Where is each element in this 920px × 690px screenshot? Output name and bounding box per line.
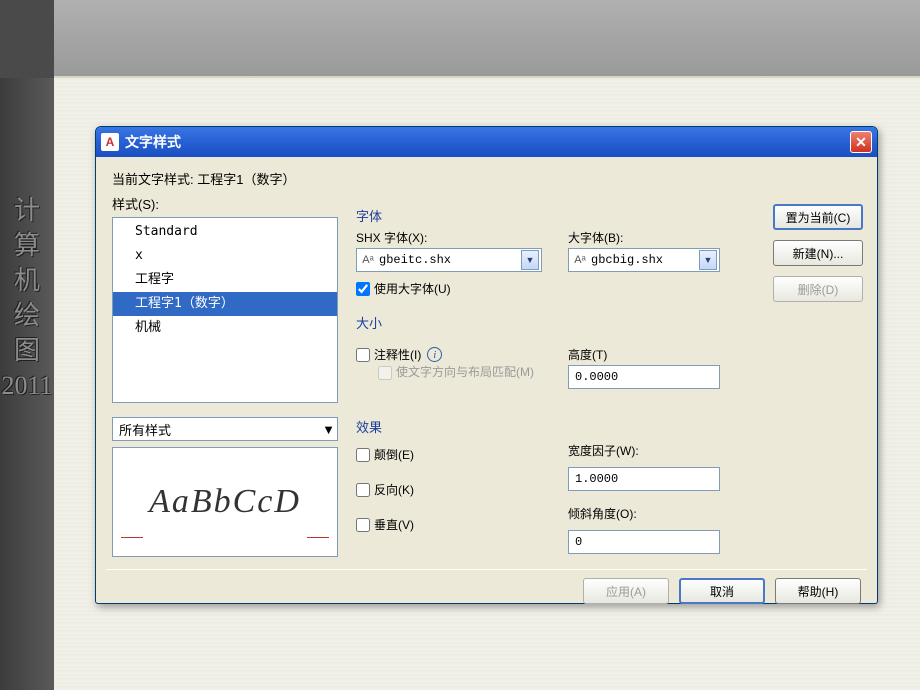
- oblique-angle-label: 倾斜角度(O):: [568, 505, 720, 522]
- upside-down-input[interactable]: [356, 448, 370, 462]
- close-icon: ✕: [855, 134, 867, 151]
- vertical-input[interactable]: [356, 518, 370, 532]
- strip-char: 2011: [1, 368, 52, 403]
- size-group-title: 大小: [356, 313, 861, 332]
- annotative-input[interactable]: [356, 348, 370, 362]
- backwards-label: 反向(K): [374, 481, 414, 498]
- style-filter-value: 所有样式: [119, 420, 322, 439]
- strip-char: 图: [14, 333, 40, 368]
- strip-char: 绘: [14, 298, 40, 333]
- annotative-checkbox[interactable]: 注释性(I) i: [356, 346, 542, 363]
- help-button[interactable]: 帮助(H): [775, 578, 861, 604]
- current-style-value: 工程字1（数字）: [197, 172, 295, 187]
- styles-list-item[interactable]: x: [113, 244, 337, 268]
- width-factor-input[interactable]: [568, 467, 720, 491]
- dialog-title: 文字样式: [125, 132, 181, 152]
- info-icon[interactable]: i: [427, 347, 442, 362]
- match-orient-label: 使文字方向与布局匹配(M): [396, 365, 534, 381]
- height-label: 高度(T): [568, 346, 720, 363]
- cancel-button[interactable]: 取消: [679, 578, 765, 604]
- annotative-label: 注释性(I): [374, 346, 421, 363]
- backwards-input[interactable]: [356, 483, 370, 497]
- apply-button: 应用(A): [583, 578, 669, 604]
- width-factor-label: 宽度因子(W):: [568, 442, 720, 459]
- strip-char: 计: [14, 193, 40, 228]
- bigfont-combo[interactable]: Aᵃ gbcbig.shx ▼: [568, 248, 720, 272]
- chevron-down-icon[interactable]: ▼: [699, 250, 717, 270]
- dialog-titlebar[interactable]: A 文字样式 ✕: [96, 127, 877, 157]
- strip-char: 算: [14, 228, 40, 263]
- upside-down-label: 颠倒(E): [374, 446, 414, 463]
- vertical-checkbox[interactable]: 垂直(V): [356, 516, 542, 533]
- styles-list-item[interactable]: 工程字1（数字）: [113, 292, 337, 316]
- match-orient-input: [378, 366, 392, 380]
- chevron-down-icon[interactable]: ▼: [521, 250, 539, 270]
- use-bigfont-checkbox[interactable]: 使用大字体(U): [356, 280, 542, 297]
- styles-label: 样式(S):: [112, 194, 338, 213]
- match-orient-checkbox: 使文字方向与布局匹配(M): [378, 365, 542, 381]
- effects-group-title: 效果: [356, 417, 861, 436]
- font-file-icon: Aᵃ: [573, 253, 587, 267]
- shx-font-value: gbeitc.shx: [379, 253, 521, 267]
- upside-down-checkbox[interactable]: 颠倒(E): [356, 446, 542, 463]
- backwards-checkbox[interactable]: 反向(K): [356, 481, 542, 498]
- slide-topbar: [0, 0, 920, 78]
- height-input[interactable]: [568, 365, 720, 389]
- styles-listbox[interactable]: Standardx工程字工程字1（数字）机械: [112, 217, 338, 403]
- use-bigfont-input[interactable]: [356, 282, 370, 296]
- bigfont-label: 大字体(B):: [568, 229, 720, 246]
- app-icon: A: [101, 133, 119, 151]
- slide-left-strip: 计 算 机 绘 图 2011: [0, 78, 54, 690]
- delete-button: 删除(D): [773, 276, 863, 302]
- current-style-label: 当前文字样式:: [112, 172, 194, 187]
- styles-list-item[interactable]: 机械: [113, 316, 337, 340]
- strip-char: 机: [14, 263, 40, 298]
- text-style-dialog: A 文字样式 ✕ 当前文字样式: 工程字1（数字） 样式(S): Standar…: [95, 126, 878, 604]
- set-current-button[interactable]: 置为当前(C): [773, 204, 863, 230]
- preview-box: AaBbCcD: [112, 447, 338, 557]
- shx-font-label: SHX 字体(X):: [356, 229, 542, 246]
- styles-list-item[interactable]: 工程字: [113, 268, 337, 292]
- new-button[interactable]: 新建(N)...: [773, 240, 863, 266]
- vertical-label: 垂直(V): [374, 516, 414, 533]
- shx-font-combo[interactable]: Aᵃ gbeitc.shx ▼: [356, 248, 542, 272]
- close-button[interactable]: ✕: [850, 131, 872, 153]
- preview-text: AaBbCcD: [149, 483, 301, 521]
- style-filter-combo[interactable]: 所有样式 ▼: [112, 417, 338, 441]
- font-file-icon: Aᵃ: [361, 253, 375, 267]
- use-bigfont-label: 使用大字体(U): [374, 280, 451, 297]
- styles-list-item[interactable]: Standard: [113, 220, 337, 244]
- bigfont-value: gbcbig.shx: [591, 253, 699, 267]
- chevron-down-icon[interactable]: ▼: [322, 422, 335, 437]
- oblique-angle-input[interactable]: [568, 530, 720, 554]
